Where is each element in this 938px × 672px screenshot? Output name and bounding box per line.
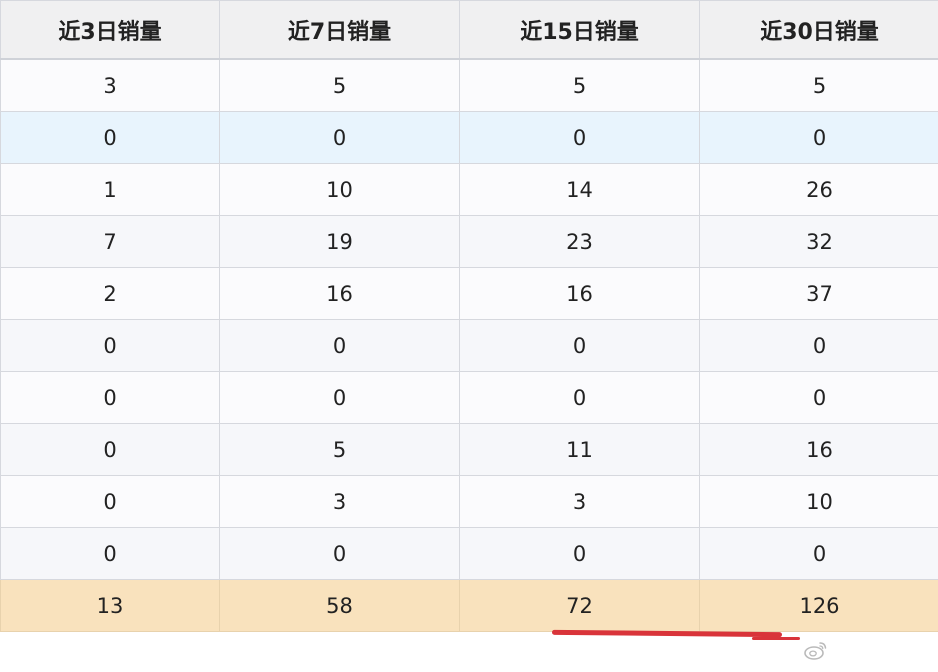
table-row[interactable]: 0 5 11 16	[0, 423, 938, 476]
table-cell: 0	[219, 527, 460, 580]
table-row[interactable]: 0 3 3 10	[0, 475, 938, 528]
table-cell: 11	[459, 423, 700, 476]
table-cell: 14	[459, 163, 700, 216]
table-cell: 16	[699, 423, 938, 476]
table-cell: 0	[699, 371, 938, 424]
table-row[interactable]: 0 0 0 0	[0, 527, 938, 580]
column-header-3-day-sales[interactable]: 近3日销量	[0, 0, 220, 60]
table-header: 近3日销量 近7日销量 近15日销量 近30日销量	[0, 0, 938, 60]
table-cell: 5	[219, 58, 460, 112]
table-cell: 0	[219, 371, 460, 424]
table-cell: 0	[699, 319, 938, 372]
table-cell: 19	[219, 215, 460, 268]
table-row[interactable]: 7 19 23 32	[0, 215, 938, 268]
table-cell: 0	[0, 423, 220, 476]
table-cell: 2	[0, 267, 220, 320]
table-cell: 3	[0, 58, 220, 112]
table-cell: 5	[219, 423, 460, 476]
column-header-30-day-sales[interactable]: 近30日销量	[699, 0, 938, 60]
table-cell: 26	[699, 163, 938, 216]
table-cell: 0	[0, 475, 220, 528]
table-cell: 3	[459, 475, 700, 528]
table-cell: 0	[0, 111, 220, 164]
total-30-day-sales: 126	[699, 579, 938, 632]
table-cell: 0	[0, 319, 220, 372]
red-annotation-underline-tail	[752, 637, 800, 640]
table-cell: 5	[699, 58, 938, 112]
table-cell: 7	[0, 215, 220, 268]
total-15-day-sales: 72	[459, 579, 700, 632]
total-7-day-sales: 58	[219, 579, 460, 632]
table-row-selected[interactable]: 0 0 0 0	[0, 111, 938, 164]
watermark	[804, 640, 828, 660]
table-cell: 0	[219, 111, 460, 164]
table-row[interactable]: 0 0 0 0	[0, 371, 938, 424]
table-cell: 16	[459, 267, 700, 320]
column-header-15-day-sales[interactable]: 近15日销量	[459, 0, 700, 60]
table-cell: 23	[459, 215, 700, 268]
table-cell: 5	[459, 58, 700, 112]
column-header-7-day-sales[interactable]: 近7日销量	[219, 0, 460, 60]
total-3-day-sales: 13	[0, 579, 220, 632]
table-cell: 10	[219, 163, 460, 216]
header-row: 近3日销量 近7日销量 近15日销量 近30日销量	[0, 0, 938, 60]
table-cell: 0	[459, 111, 700, 164]
table-cell: 0	[699, 527, 938, 580]
sales-table: 近3日销量 近7日销量 近15日销量 近30日销量 3 5 5 5 0 0 0 …	[0, 0, 938, 632]
table-cell: 0	[699, 111, 938, 164]
table-cell: 0	[459, 527, 700, 580]
table-cell: 10	[699, 475, 938, 528]
table-cell: 0	[219, 319, 460, 372]
table-cell: 0	[459, 319, 700, 372]
table-cell: 0	[459, 371, 700, 424]
table-cell: 3	[219, 475, 460, 528]
screenshot: 近3日销量 近7日销量 近15日销量 近30日销量 3 5 5 5 0 0 0 …	[0, 0, 938, 672]
totals-row: 13 58 72 126	[0, 579, 938, 632]
table-cell: 32	[699, 215, 938, 268]
table-cell: 37	[699, 267, 938, 320]
table-cell: 0	[0, 527, 220, 580]
table-body: 3 5 5 5 0 0 0 0 1 10 14 26 7 19 23 32 2 …	[0, 58, 938, 580]
table-cell: 16	[219, 267, 460, 320]
red-annotation-underline	[551, 629, 783, 638]
table-row[interactable]: 1 10 14 26	[0, 163, 938, 216]
table-cell: 1	[0, 163, 220, 216]
table-footer: 13 58 72 126	[0, 579, 938, 632]
table-cell: 0	[0, 371, 220, 424]
table-row[interactable]: 2 16 16 37	[0, 267, 938, 320]
table-row[interactable]: 0 0 0 0	[0, 319, 938, 372]
table-row[interactable]: 3 5 5 5	[0, 58, 938, 112]
weibo-icon	[804, 642, 827, 660]
